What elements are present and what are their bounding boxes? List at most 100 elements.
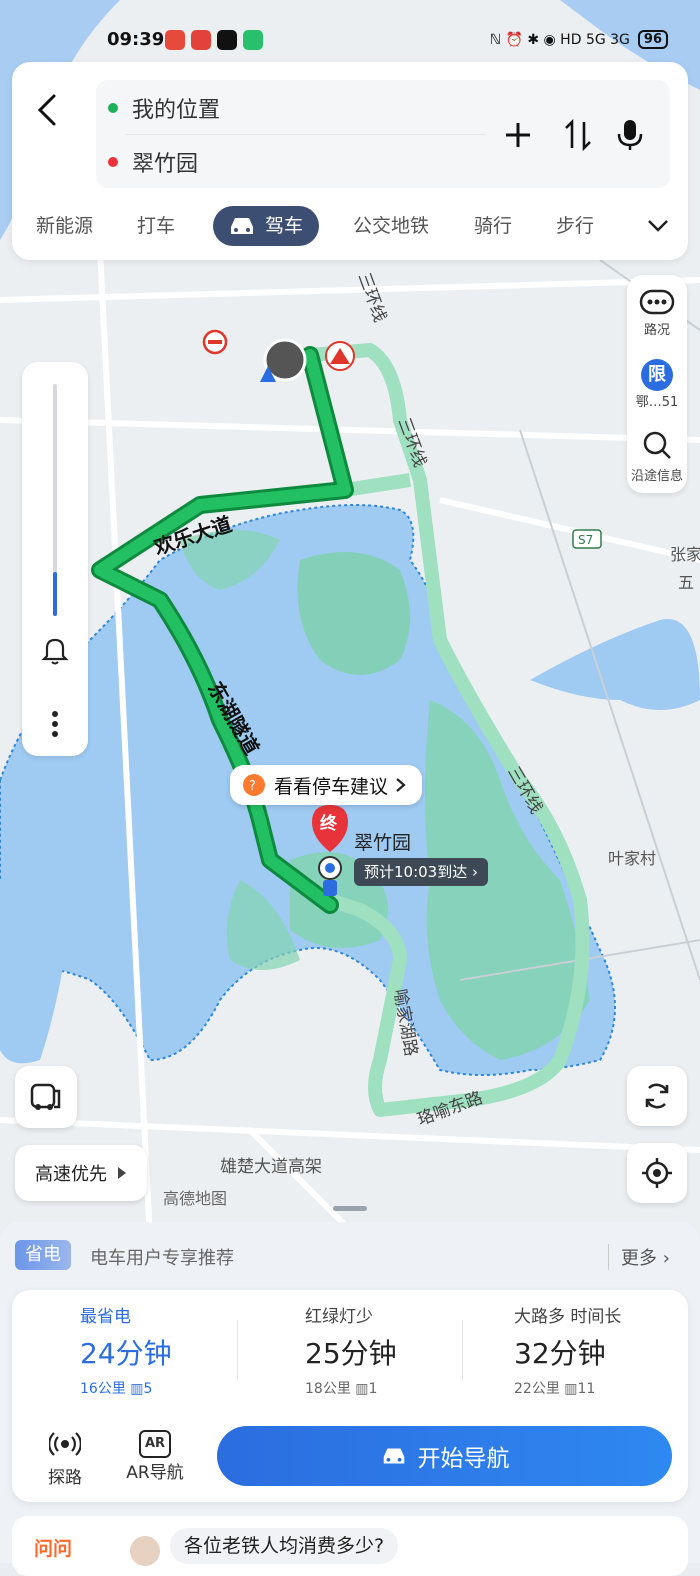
road-label-s7: S7 (578, 533, 593, 547)
inputs-divider (126, 134, 486, 135)
route-2-meta: 18公里 ▥1 (305, 1378, 377, 1398)
destination-text: 翠竹园 (132, 152, 199, 177)
tab-transit[interactable]: 公交地铁 (353, 206, 429, 246)
route-inputs: 我的位置 翠竹园 (96, 80, 670, 188)
place-label-wu: 五 (678, 573, 694, 592)
status-time: 09:39 (107, 29, 165, 50)
refresh-icon (645, 1083, 669, 1109)
avatar (130, 1536, 160, 1566)
traffic-light-icon: ▥ (355, 1381, 369, 1397)
ask-badge-text: 问问 (34, 1538, 73, 1560)
tab-walk[interactable]: 步行 (556, 206, 594, 246)
car-icon (383, 1448, 404, 1464)
locate-button[interactable] (627, 1143, 687, 1203)
traffic-button[interactable]: 路况 (627, 289, 687, 338)
eta-text: 预计10:03到达 (364, 863, 468, 881)
along-route-label: 沿途信息 (630, 469, 683, 484)
start-navigation-label: 开始导航 (417, 1446, 510, 1472)
volume-slider-fill (53, 572, 57, 616)
explore-label: 探路 (48, 1468, 82, 1488)
map-watermark: 高德地图 (163, 1189, 228, 1208)
route-3-lights: 11 (577, 1381, 596, 1397)
swap-button[interactable] (560, 115, 596, 155)
modes-expand-button[interactable] (646, 206, 670, 246)
add-waypoint-button[interactable] (500, 115, 536, 155)
status-signal-text: ℕ ⏰ ✱ ◉ HD 5G 3G (489, 31, 630, 48)
plus-icon (506, 123, 530, 147)
route-3-distance: 22公里 (514, 1381, 560, 1397)
transport-modes: 新能源 打车 驾车 公交地铁 骑行 步行 (12, 206, 688, 248)
chevron-right-icon (396, 778, 406, 792)
traffic-light-icon: ▥ (564, 1381, 578, 1397)
traffic-icon (639, 289, 675, 315)
route-divider (237, 1320, 238, 1380)
battery-icon: 96 (637, 30, 668, 49)
destination-field[interactable]: 翠竹园 (108, 138, 198, 186)
along-route-button[interactable]: 沿途信息 (627, 429, 687, 484)
tab-bike[interactable]: 骑行 (474, 206, 512, 246)
traffic-label: 路况 (643, 323, 670, 338)
ask-badge: 问问 (34, 1534, 72, 1561)
sheet-handle[interactable] (333, 1206, 367, 1211)
route-planner-card: 我的位置 翠竹园 新能源 打车 驾车 公交地铁 骑行 步行 (12, 62, 688, 260)
explore-button[interactable]: 探路 (30, 1430, 100, 1488)
volume-slider[interactable] (53, 384, 57, 616)
road-label-xiongchu: 雄楚大道高架 (220, 1157, 322, 1177)
status-indicators: ℕ ⏰ ✱ ◉ HD 5G 3G 96 (490, 30, 668, 49)
svg-text:?: ? (249, 779, 256, 794)
tab-drive-label: 驾车 (265, 215, 304, 237)
highway-preference-label: 高速优先 (35, 1164, 107, 1185)
back-button[interactable] (32, 90, 62, 130)
car-icon (231, 218, 253, 234)
eco-more-button[interactable]: 更多 › (608, 1244, 670, 1270)
locate-icon (642, 1158, 672, 1188)
tab-taxi[interactable]: 打车 (137, 206, 175, 246)
map-tools-panel: 路况 限 鄂…51 沿途信息 (627, 275, 687, 493)
route-1-lights: 5 (143, 1381, 153, 1397)
parking-bubble-text: 看看停车建议 (274, 775, 389, 798)
refresh-route-button[interactable] (627, 1066, 687, 1126)
ar-icon: AR (139, 1430, 171, 1458)
route-1-time: 24分钟 (80, 1337, 172, 1370)
bell-icon[interactable] (39, 634, 71, 672)
route-2-time: 25分钟 (305, 1337, 397, 1370)
ask-panel[interactable]: 问问 各位老铁人均消费多少? (12, 1516, 688, 1576)
parking-icon: ? (243, 774, 265, 796)
destination-label: 翠竹园 (354, 832, 412, 854)
destination-end-tag: 终 (320, 813, 338, 834)
parking-suggestion-bubble[interactable]: ? 看看停车建议 (230, 765, 423, 805)
radar-icon (48, 1432, 82, 1456)
ar-navigation-button[interactable]: AR AR导航 (120, 1430, 190, 1483)
more-icon[interactable] (51, 710, 59, 742)
triangle-right-icon (118, 1167, 126, 1179)
route-2-distance: 18公里 (305, 1381, 351, 1397)
report-icon (30, 1083, 61, 1110)
traffic-light-icon: ▥ (130, 1381, 144, 1397)
status-bar: 09:39 ℕ ⏰ ✱ ◉ HD 5G 3G 96 (0, 22, 700, 58)
voice-button[interactable] (612, 115, 648, 155)
volume-panel (22, 362, 88, 756)
route-3-meta: 22公里 ▥11 (514, 1378, 595, 1398)
construction-icon (325, 341, 355, 371)
origin-dot-icon (108, 103, 118, 113)
start-navigation-button[interactable]: 开始导航 (217, 1426, 672, 1486)
status-app-icons (165, 30, 263, 50)
restriction-plate: 鄂…51 (635, 395, 679, 410)
route-1-distance: 16公里 (80, 1381, 126, 1397)
ask-question[interactable]: 各位老铁人均消费多少? (170, 1528, 399, 1564)
eco-badge: 省电 (15, 1240, 71, 1270)
report-button[interactable] (15, 1066, 77, 1128)
tab-new-energy[interactable]: 新能源 (36, 206, 93, 246)
swap-icon (565, 118, 591, 152)
eta-badge[interactable]: 预计10:03到达 › (354, 858, 489, 886)
tab-drive[interactable]: 驾车 (213, 206, 320, 246)
highway-preference-button[interactable]: 高速优先 (15, 1145, 147, 1201)
restriction-button[interactable]: 限 鄂…51 (627, 359, 687, 410)
route-divider (462, 1320, 463, 1380)
destination-dot-icon (108, 157, 118, 167)
origin-field[interactable]: 我的位置 (108, 84, 220, 132)
origin-text: 我的位置 (132, 98, 221, 123)
eco-subtitle: 电车用户专享推荐 (90, 1248, 234, 1269)
route-1-tag: 最省电 (80, 1307, 131, 1327)
route-3-time: 32分钟 (514, 1337, 606, 1370)
